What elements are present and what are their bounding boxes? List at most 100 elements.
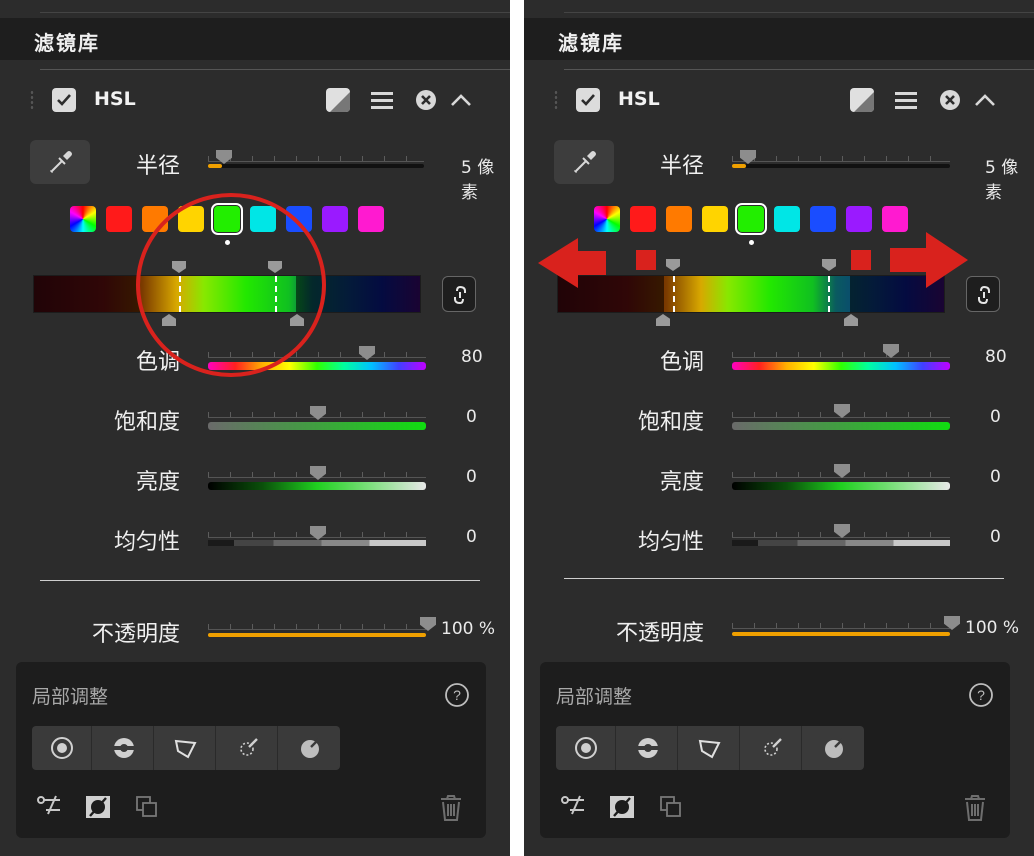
compare-icon[interactable]: [848, 86, 876, 114]
feather-start-bottom-handle[interactable]: [656, 314, 670, 326]
spectrum-shade-left: [34, 276, 140, 312]
swatch-all-colors[interactable]: [70, 206, 96, 232]
brightness-value: 0: [990, 467, 1001, 487]
hamburger-menu-icon[interactable]: [369, 86, 397, 114]
chevron-up-icon[interactable]: [973, 86, 1001, 114]
swatch-red[interactable]: [106, 206, 132, 232]
close-circle-icon[interactable]: [938, 86, 966, 114]
hamburger-menu-icon[interactable]: [893, 86, 921, 114]
local-adjust-panel: 局部调整 ?: [16, 662, 486, 838]
svg-text:?: ?: [977, 687, 985, 703]
radius-label: 半径: [135, 154, 180, 179]
left-arrow-annotation: [538, 238, 606, 288]
duplicate-mask-icon[interactable]: [658, 794, 684, 824]
opacity-fill: [732, 632, 950, 636]
drag-handle-icon[interactable]: [30, 90, 34, 110]
brush-mask-icon: [638, 738, 658, 758]
radius-fill: [732, 164, 746, 168]
annotation-square-left: [636, 250, 656, 270]
link-button[interactable]: [442, 276, 476, 312]
radius-slider-track[interactable]: [732, 148, 950, 162]
opacity-value: 100 %: [441, 619, 496, 639]
drag-handle-icon[interactable]: [554, 90, 558, 110]
hue-value: 80: [985, 347, 1007, 367]
eyedropper-button[interactable]: [30, 140, 90, 184]
swatch-magenta[interactable]: [358, 206, 384, 232]
trash-icon[interactable]: [962, 794, 988, 826]
opacity-slider-track[interactable]: [208, 616, 426, 630]
invert-mask-icon[interactable]: [84, 794, 112, 824]
left-panel: 滤镜库 HSL 半径 5 像素 色调 80 饱和度 0 亮度 0 均匀性 0 不…: [0, 0, 510, 856]
swatch-all-colors[interactable]: [594, 206, 620, 232]
swatch-yellow[interactable]: [702, 206, 728, 232]
swatch-orange[interactable]: [666, 206, 692, 232]
eyedropper-icon: [573, 151, 596, 174]
brightness-gradient-bar: [208, 482, 426, 490]
control-point-tool[interactable]: [556, 726, 616, 770]
swatch-purple[interactable]: [846, 206, 872, 232]
top-divider: [564, 12, 1034, 13]
hue-range-spectrum[interactable]: [557, 275, 945, 313]
range-start-line: [673, 276, 675, 312]
color-range-tool[interactable]: [742, 726, 802, 770]
range-start-top-handle[interactable]: [666, 259, 680, 271]
swatch-red[interactable]: [630, 206, 656, 232]
top-divider: [40, 12, 510, 13]
radius-track-bg: [208, 164, 424, 168]
feather-end-bottom-handle[interactable]: [844, 314, 858, 326]
filter-library-header[interactable]: 滤镜库: [0, 18, 510, 60]
local-tool-group: [32, 726, 340, 770]
right-arrow-annotation: [890, 232, 968, 288]
help-icon[interactable]: ?: [968, 682, 994, 712]
mask-options-icon[interactable]: [36, 794, 64, 820]
control-point-tool[interactable]: [32, 726, 92, 770]
section-divider: [564, 578, 1004, 579]
opacity-label: 不透明度: [91, 622, 180, 647]
mask-options-icon[interactable]: [560, 794, 588, 820]
luminance-range-tool[interactable]: [804, 726, 864, 770]
local-adjust-title: 局部调整: [556, 686, 633, 708]
invert-mask-icon[interactable]: [608, 794, 636, 824]
range-end-top-handle[interactable]: [822, 259, 836, 271]
swatch-green[interactable]: [735, 203, 767, 235]
saturation-label: 饱和度: [637, 410, 704, 435]
selection-brush-tool[interactable]: [94, 726, 154, 770]
help-icon[interactable]: ?: [444, 682, 470, 712]
polygon-lasso-tool[interactable]: [680, 726, 740, 770]
swatch-cyan[interactable]: [774, 206, 800, 232]
link-button[interactable]: [966, 276, 1000, 312]
eyedropper-button[interactable]: [554, 140, 614, 184]
hsl-enable-checkbox[interactable]: [52, 88, 76, 112]
control-point-icon: [51, 737, 73, 759]
svg-text:?: ?: [453, 687, 461, 703]
duplicate-mask-icon[interactable]: [134, 794, 160, 824]
color-range-icon: [240, 738, 258, 756]
right-panel: 滤镜库 HSL 半径 5 像素 色调 80 饱和度 0 亮度 0 均匀性 0 不…: [524, 0, 1034, 856]
filter-title: HSL: [618, 88, 660, 110]
compare-icon[interactable]: [324, 86, 352, 114]
color-range-icon: [764, 738, 782, 756]
brightness-label: 亮度: [135, 470, 180, 495]
brightness-gradient-bar: [732, 482, 950, 490]
filter-library-header[interactable]: 滤镜库: [524, 18, 1034, 60]
swatch-purple[interactable]: [322, 206, 348, 232]
annotation-circle: [136, 193, 326, 377]
radius-slider-track[interactable]: [208, 148, 424, 162]
swatch-blue[interactable]: [810, 206, 836, 232]
trash-icon[interactable]: [438, 794, 464, 826]
selection-brush-tool[interactable]: [618, 726, 678, 770]
hsl-enable-checkbox[interactable]: [576, 88, 600, 112]
header-divider: [564, 69, 1034, 70]
swatch-magenta[interactable]: [882, 206, 908, 232]
opacity-slider-track[interactable]: [732, 615, 950, 629]
close-circle-icon[interactable]: [414, 86, 442, 114]
luminance-range-tool[interactable]: [280, 726, 340, 770]
brightness-value: 0: [466, 467, 477, 487]
radius-fill: [208, 164, 222, 168]
uniformity-gradient-bar: [208, 540, 426, 546]
polygon-lasso-tool[interactable]: [156, 726, 216, 770]
hue-slider-track[interactable]: [732, 344, 950, 358]
radius-track-bg: [732, 164, 950, 168]
chevron-up-icon[interactable]: [449, 86, 477, 114]
color-range-tool[interactable]: [218, 726, 278, 770]
